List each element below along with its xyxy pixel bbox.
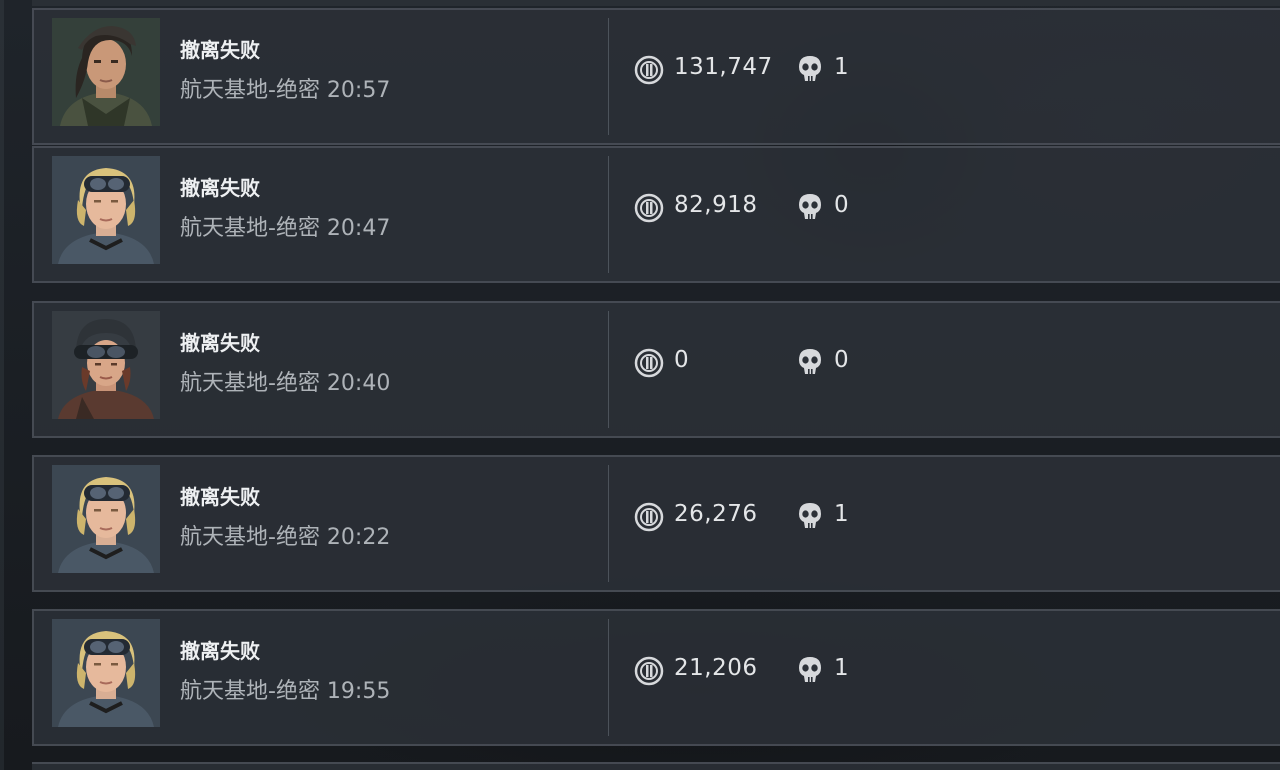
extraction-status: 撤离失败	[180, 639, 260, 663]
skull-icon	[799, 194, 821, 219]
match-record-card[interactable]: 撤离失败 航天基地-绝密 20:40 0 0	[32, 301, 1280, 438]
kill-count: 1	[834, 501, 849, 527]
extraction-status: 撤离失败	[180, 331, 260, 355]
coin-icon	[634, 193, 664, 223]
dark-hair-operator-avatar	[52, 18, 160, 126]
coin-icon	[634, 55, 664, 85]
map-and-time: 航天基地-绝密 20:40	[180, 371, 391, 396]
carried-value: 82,918	[674, 192, 758, 218]
match-record-card[interactable]: 撤离失败 航天基地-绝密 20:47 82,918 0	[32, 146, 1280, 283]
blonde-goggles-operator-avatar	[52, 156, 160, 264]
skull-icon	[799, 503, 821, 528]
map-and-time: 航天基地-绝密 20:22	[180, 525, 391, 550]
blonde-goggles-operator-avatar	[52, 619, 160, 727]
skull-icon	[799, 349, 821, 374]
extraction-status: 撤离失败	[180, 38, 260, 62]
carried-value: 0	[674, 347, 690, 373]
match-record-card[interactable]: 撤离失败 航天基地-绝密 19:55 21,206 1	[32, 609, 1280, 746]
previous-card-edge	[32, 0, 1280, 6]
coin-icon	[634, 502, 664, 532]
carried-value: 131,747	[674, 54, 773, 80]
kill-count: 1	[834, 54, 849, 80]
map-and-time: 航天基地-绝密 19:55	[180, 679, 391, 704]
skull-icon	[799, 56, 821, 81]
carried-value: 21,206	[674, 655, 758, 681]
kill-count: 1	[834, 655, 849, 681]
map-and-time: 航天基地-绝密 20:57	[180, 78, 391, 103]
blonde-goggles-operator-avatar	[52, 465, 160, 573]
skull-icon	[799, 657, 821, 682]
kill-count: 0	[834, 192, 849, 218]
kill-count: 0	[834, 347, 849, 373]
left-panel-edge	[0, 0, 4, 770]
coin-icon	[634, 348, 664, 378]
helmet-goggles-operator-avatar	[52, 311, 160, 419]
match-record-card[interactable]: 撤离失败 航天基地-绝密 20:22 26,276 1	[32, 455, 1280, 592]
next-record-card-edge	[32, 762, 1280, 770]
coin-icon	[634, 656, 664, 686]
match-record-card[interactable]: 撤离失败 航天基地-绝密 20:57 131,747 1	[32, 8, 1280, 145]
extraction-status: 撤离失败	[180, 176, 260, 200]
extraction-status: 撤离失败	[180, 485, 260, 509]
carried-value: 26,276	[674, 501, 758, 527]
map-and-time: 航天基地-绝密 20:47	[180, 216, 391, 241]
